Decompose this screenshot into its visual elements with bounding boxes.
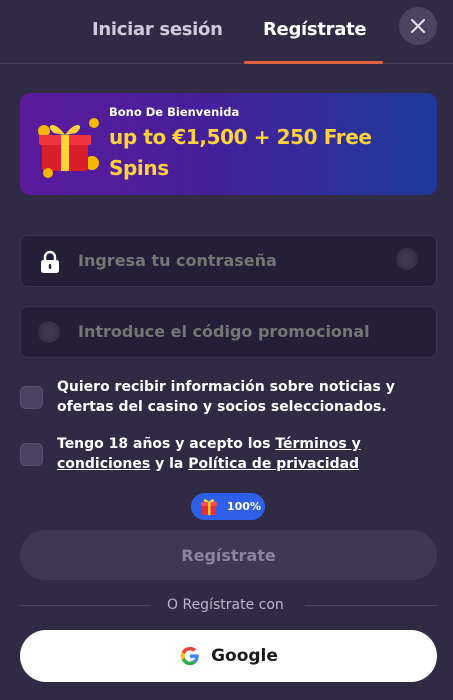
close-button[interactable]: [399, 7, 437, 45]
welcome-bonus-banner: Bono De Bienvenida up to €1,500 + 250 Fr…: [20, 93, 437, 195]
gift-icon: [201, 498, 217, 515]
register-submit-button[interactable]: Regístrate: [20, 530, 437, 580]
divider-line-right: [305, 605, 437, 606]
tab-register[interactable]: Regístrate: [263, 19, 367, 40]
promo-code-icon: [38, 321, 60, 343]
tab-login[interactable]: Iniciar sesión: [92, 19, 223, 40]
promo-code-field[interactable]: [20, 306, 437, 358]
registration-modal: Iniciar sesión Regístrate Bono De Bienve…: [0, 0, 453, 700]
bonus-subtitle: Bono De Bienvenida: [109, 105, 240, 119]
google-label: Google: [211, 646, 278, 666]
marketing-consent-checkbox[interactable]: [20, 386, 43, 409]
google-icon: [180, 646, 199, 666]
lock-icon: [41, 250, 59, 273]
active-tab-indicator: [244, 61, 383, 64]
terms-consent-checkbox[interactable]: [20, 443, 43, 466]
marketing-consent-label: Quiero recibir información sobre noticia…: [57, 379, 395, 415]
age-middle-text: y la: [150, 456, 189, 472]
password-visibility-toggle[interactable]: [396, 248, 418, 270]
social-divider: O Regístrate con: [20, 597, 437, 615]
bonus-percent-badge: 100%: [191, 493, 265, 520]
close-icon: [411, 19, 425, 33]
divider-line-left: [20, 605, 150, 606]
google-signin-button[interactable]: Google: [20, 630, 437, 682]
auth-tabs: Iniciar sesión Regístrate: [0, 0, 453, 64]
gift-icon: [38, 118, 99, 178]
privacy-link[interactable]: Política de privacidad: [188, 456, 359, 472]
terms-consent-label: Tengo 18 años y acepto los Términos y co…: [57, 434, 417, 474]
divider-text: O Regístrate con: [167, 597, 284, 613]
password-field[interactable]: [20, 235, 437, 287]
password-input[interactable]: [78, 251, 378, 270]
bonus-title: up to €1,500 + 250 Free Spins: [109, 125, 372, 180]
promo-code-input[interactable]: [78, 322, 418, 341]
badge-text: 100%: [227, 500, 261, 513]
age-prefix-text: Tengo 18 años y acepto los: [57, 436, 276, 452]
